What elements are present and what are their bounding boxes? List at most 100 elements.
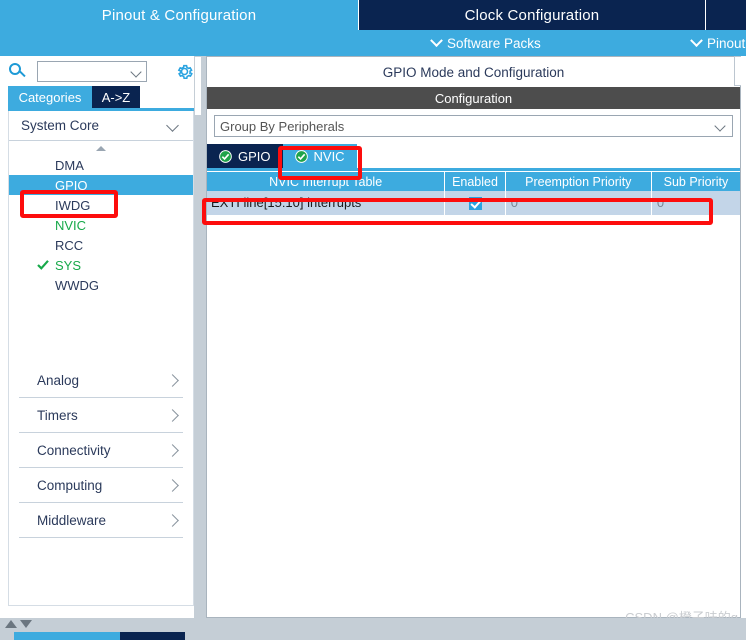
peripheral-tab-gpio-label: GPIO bbox=[238, 148, 271, 164]
menu-software-packs-label: Software Packs bbox=[447, 35, 541, 51]
bottom-segment-secondary bbox=[120, 632, 185, 640]
check-circle-icon bbox=[294, 149, 308, 163]
tree-scroll-spinner[interactable] bbox=[9, 141, 193, 155]
secondary-menu-bar: Software Packs Pinout bbox=[0, 30, 746, 56]
sidebar-category-analog[interactable]: Analog bbox=[19, 363, 183, 398]
sidebar-item-rcc[interactable]: RCC bbox=[9, 235, 193, 255]
sidebar-category-timers-label: Timers bbox=[37, 407, 78, 423]
chevron-right-icon bbox=[166, 409, 179, 422]
tab-clock-configuration-label: Clock Configuration bbox=[464, 6, 600, 24]
sidebar-category-middleware-label: Middleware bbox=[37, 512, 107, 528]
check-circle-icon bbox=[219, 149, 232, 163]
peripheral-tree: System Core DMA GPIO IWDG NVIC RCC SYS W… bbox=[8, 111, 194, 606]
sidebar-category-analog-label: Analog bbox=[37, 372, 80, 388]
group-by-select-value: Group By Peripherals bbox=[220, 118, 345, 134]
triangle-up-icon[interactable] bbox=[5, 620, 17, 628]
chevron-right-icon bbox=[166, 444, 179, 457]
column-header-interrupt-table[interactable]: NVIC Interrupt Table bbox=[207, 172, 446, 191]
top-tab-bar: Pinout & Configuration Clock Configurati… bbox=[0, 0, 746, 30]
chevron-right-icon bbox=[166, 374, 179, 387]
categories-sidebar: Categories A->Z System Core DMA GPIO IWD… bbox=[0, 56, 202, 618]
chevron-down-icon[interactable] bbox=[130, 66, 142, 78]
sidebar-item-sys-label: SYS bbox=[55, 257, 82, 273]
sidebar-item-iwdg[interactable]: IWDG bbox=[9, 195, 193, 215]
table-header-row: NVIC Interrupt Table Enabled Preemption … bbox=[207, 172, 740, 191]
peripheral-tab-underline bbox=[207, 168, 740, 171]
sidebar-category-connectivity[interactable]: Connectivity bbox=[19, 433, 183, 468]
gear-icon[interactable] bbox=[175, 62, 194, 81]
tab-a-to-z[interactable]: A->Z bbox=[92, 86, 140, 108]
sidebar-category-timers[interactable]: Timers bbox=[19, 398, 183, 433]
tab-pinout-configuration-label: Pinout & Configuration bbox=[101, 6, 257, 24]
sidebar-item-dma-label: DMA bbox=[55, 157, 84, 173]
cell-sub-priority[interactable]: 0 bbox=[651, 191, 740, 216]
chevron-right-icon bbox=[166, 479, 179, 492]
sidebar-category-computing-label: Computing bbox=[37, 477, 103, 493]
sidebar-item-wwdg[interactable]: WWDG bbox=[9, 275, 193, 295]
peripheral-tab-nvic[interactable]: NVIC bbox=[282, 144, 357, 168]
column-header-sub-priority[interactable]: Sub Priority bbox=[651, 172, 740, 191]
tab-pinout-configuration[interactable]: Pinout & Configuration bbox=[0, 0, 358, 30]
group-by-select[interactable]: Group By Peripherals bbox=[214, 115, 733, 137]
sidebar-item-nvic[interactable]: NVIC bbox=[9, 215, 193, 235]
column-header-enabled[interactable]: Enabled bbox=[444, 172, 506, 191]
sidebar-category-connectivity-label: Connectivity bbox=[37, 442, 111, 458]
configuration-panel: GPIO Mode and Configuration Configuratio… bbox=[206, 56, 741, 618]
column-header-preemption-priority[interactable]: Preemption Priority bbox=[505, 172, 652, 191]
menu-pinout-label: Pinout bbox=[707, 35, 746, 51]
bottom-status-bar bbox=[0, 618, 746, 640]
cell-enabled[interactable] bbox=[444, 191, 506, 216]
triangle-down-icon[interactable] bbox=[20, 620, 32, 628]
bottom-segment-primary bbox=[14, 632, 120, 640]
peripheral-tab-nvic-label: NVIC bbox=[313, 148, 345, 164]
nvic-table-row[interactable]: EXTI line[15:10] interrupts 0 0 bbox=[207, 191, 740, 216]
tab-categories[interactable]: Categories bbox=[8, 86, 92, 108]
configuration-band-label: Configuration bbox=[434, 90, 513, 106]
sidebar-item-nvic-label: NVIC bbox=[55, 217, 87, 233]
tree-group-system-core[interactable]: System Core bbox=[9, 111, 193, 141]
sidebar-scrollbar-thumb[interactable] bbox=[194, 56, 202, 116]
search-icon[interactable] bbox=[9, 62, 26, 80]
menu-pinout[interactable]: Pinout bbox=[690, 30, 746, 56]
bottom-scroll-arrows[interactable] bbox=[5, 620, 32, 628]
page-title-label: GPIO Mode and Configuration bbox=[382, 64, 565, 80]
chevron-down-icon bbox=[690, 33, 703, 47]
enabled-checkbox[interactable] bbox=[468, 197, 482, 211]
sidebar-category-middleware[interactable]: Middleware bbox=[19, 503, 183, 538]
chevron-down-icon bbox=[430, 33, 443, 47]
search-combo[interactable] bbox=[37, 61, 147, 82]
peripheral-tab-filler bbox=[356, 144, 740, 168]
stm32cubemx-window: Pinout & Configuration Clock Configurati… bbox=[0, 0, 746, 640]
right-edge-strip bbox=[741, 56, 746, 618]
menu-software-packs[interactable]: Software Packs bbox=[430, 30, 541, 56]
page-title: GPIO Mode and Configuration bbox=[207, 57, 740, 87]
chevron-down-icon[interactable] bbox=[714, 120, 726, 132]
cell-preemption-priority[interactable]: 0 bbox=[505, 191, 652, 216]
sidebar-item-gpio[interactable]: GPIO bbox=[9, 175, 193, 195]
sidebar-item-sys[interactable]: SYS bbox=[9, 255, 193, 275]
tab-clock-configuration[interactable]: Clock Configuration bbox=[358, 0, 705, 30]
sidebar-scrollbar[interactable] bbox=[194, 56, 202, 618]
tree-group-system-core-label: System Core bbox=[21, 118, 100, 133]
peripheral-tab-bar: GPIO NVIC bbox=[207, 144, 740, 168]
tab-project-manager[interactable] bbox=[705, 0, 746, 30]
sidebar-item-dma[interactable]: DMA bbox=[9, 155, 193, 175]
triangle-up-icon[interactable] bbox=[96, 145, 106, 151]
search-input[interactable] bbox=[42, 64, 132, 79]
sidebar-tab-bar: Categories A->Z bbox=[0, 86, 202, 111]
chevron-down-icon bbox=[166, 119, 179, 132]
sidebar-category-computing[interactable]: Computing bbox=[19, 468, 183, 503]
tab-categories-label: Categories bbox=[18, 89, 82, 105]
checkmark-icon bbox=[37, 260, 49, 270]
configuration-band: Configuration bbox=[207, 87, 740, 109]
sidebar-item-wwdg-label: WWDG bbox=[55, 277, 100, 293]
tab-a-to-z-label: A->Z bbox=[101, 89, 131, 105]
sidebar-item-gpio-label: GPIO bbox=[55, 177, 88, 193]
nvic-interrupt-table: NVIC Interrupt Table Enabled Preemption … bbox=[207, 172, 740, 216]
sidebar-item-iwdg-label: IWDG bbox=[55, 197, 91, 213]
peripheral-tab-gpio[interactable]: GPIO bbox=[207, 144, 283, 168]
sidebar-search-row bbox=[0, 56, 202, 86]
category-list: Analog Timers Connectivity Computing Mid… bbox=[9, 363, 193, 538]
